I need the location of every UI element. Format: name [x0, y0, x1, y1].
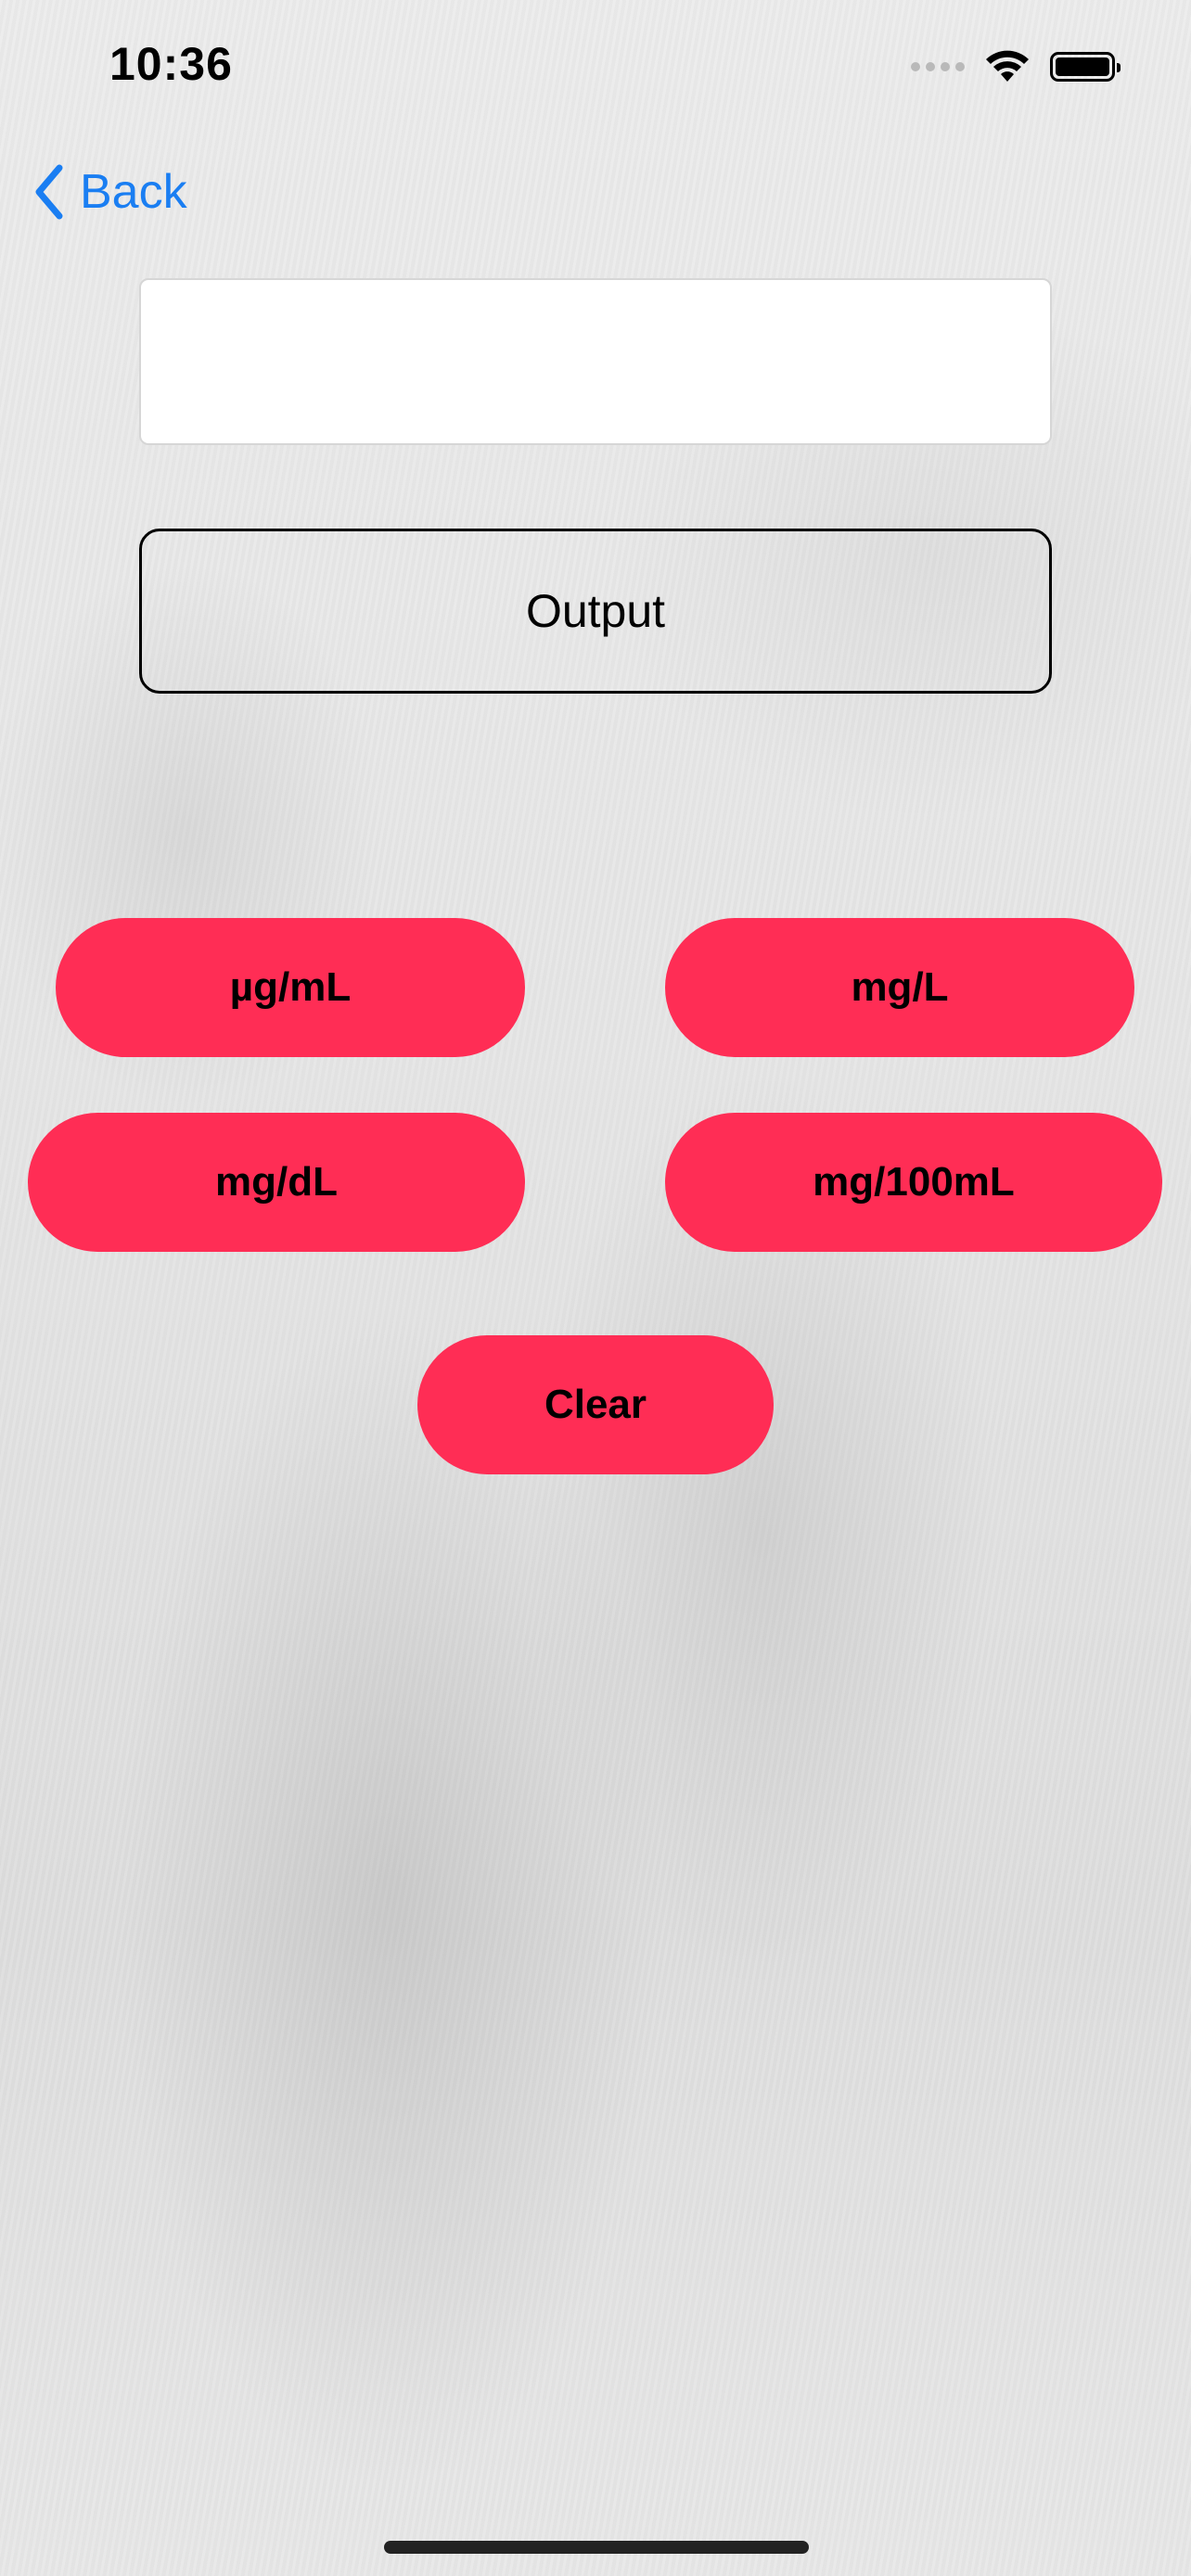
home-indicator[interactable] [384, 2541, 809, 2554]
value-input[interactable] [139, 278, 1052, 445]
ug-per-ml-label: µg/mL [229, 964, 352, 1010]
back-button[interactable]: Back [33, 159, 187, 224]
back-label: Back [80, 165, 187, 219]
battery-icon [1050, 52, 1121, 82]
output-display: Output [139, 529, 1052, 694]
ug-per-ml-button[interactable]: µg/mL [56, 918, 525, 1057]
clear-label: Clear [544, 1382, 647, 1427]
mg-per-l-label: mg/L [851, 964, 949, 1010]
mg-per-100ml-label: mg/100mL [813, 1159, 1015, 1205]
chevron-left-icon [35, 164, 63, 220]
status-icons [911, 48, 1121, 85]
mg-per-dl-label: mg/dL [215, 1159, 338, 1205]
mg-per-l-button[interactable]: mg/L [665, 918, 1134, 1057]
cellular-signal-icon [911, 62, 965, 71]
status-time: 10:36 [109, 38, 233, 90]
mg-per-100ml-button[interactable]: mg/100mL [665, 1113, 1162, 1252]
mg-per-dl-button[interactable]: mg/dL [28, 1113, 525, 1252]
wifi-icon [986, 50, 1029, 82]
clear-button[interactable]: Clear [417, 1335, 774, 1474]
output-label: Output [525, 585, 666, 637]
